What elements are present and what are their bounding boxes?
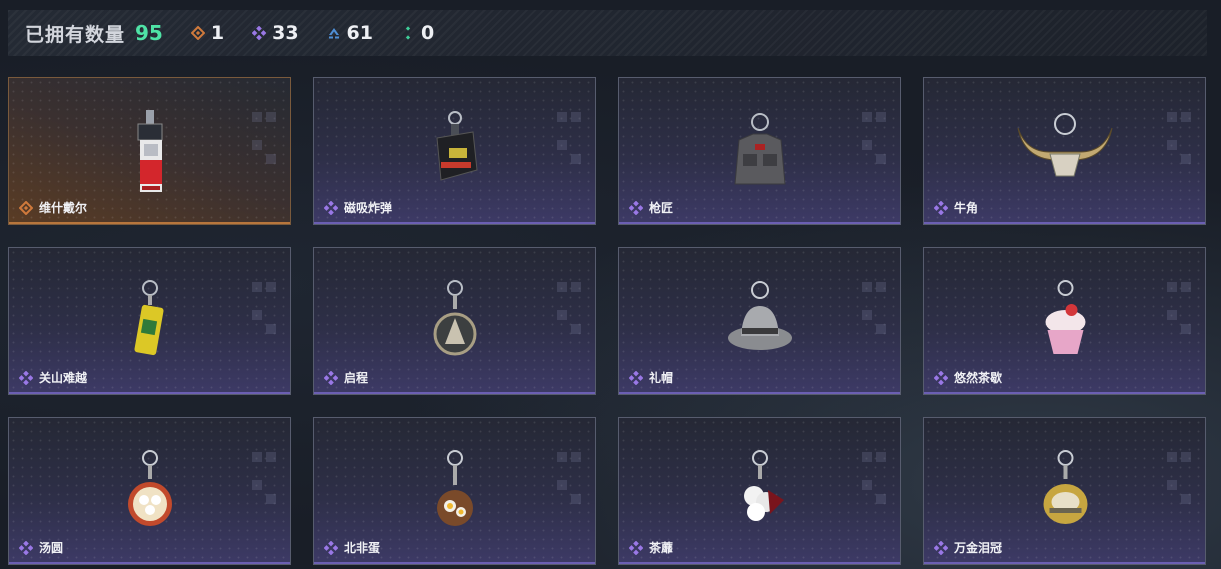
card-decoration	[862, 452, 890, 508]
card-decoration	[862, 282, 890, 338]
card-decoration	[252, 282, 280, 338]
pendant-image-cupcake	[1037, 280, 1092, 360]
rarity-underline	[924, 562, 1205, 564]
rarity-underline	[9, 562, 290, 564]
rarity-underline	[314, 222, 595, 224]
card-decoration	[252, 112, 280, 168]
purple-diamond-icon	[19, 540, 33, 555]
card-decoration	[557, 112, 585, 168]
pendant-image-flower	[730, 450, 790, 530]
purple-diamond-icon	[934, 540, 948, 555]
pendant-name: 关山难越	[39, 371, 88, 385]
pendant-card[interactable]: 枪匠	[618, 77, 901, 225]
stat-purple-value: 33	[272, 22, 299, 44]
pendant-card[interactable]: 维什戴尔	[8, 77, 291, 225]
rarity-underline	[314, 562, 595, 564]
pendant-name: 茶蘼	[649, 541, 674, 555]
orange-diamond-icon	[190, 26, 205, 40]
purple-diamond-icon	[934, 200, 948, 215]
pendant-label: 礼帽	[629, 369, 673, 386]
pendant-image-vest	[725, 110, 795, 195]
pendant-label: 启程	[324, 369, 368, 386]
pendant-image-can	[130, 280, 170, 360]
pendant-card[interactable]: 汤圆	[8, 417, 291, 565]
pendant-card[interactable]: 牛角	[923, 77, 1206, 225]
pendant-name: 悠然茶歇	[954, 371, 1003, 385]
rarity-underline	[9, 222, 290, 224]
pendant-image-medal	[430, 280, 480, 365]
pendant-card[interactable]: 万金泪冠	[923, 417, 1206, 565]
card-decoration	[1167, 282, 1195, 338]
pendant-image-bowl	[125, 450, 175, 530]
stat-blue-value: 61	[346, 22, 373, 44]
pendant-name: 万金泪冠	[954, 541, 1003, 555]
rarity-underline	[619, 392, 900, 394]
rarity-underline	[314, 392, 595, 394]
pendant-name: 北非蛋	[344, 541, 381, 555]
purple-diamond-icon	[324, 200, 338, 215]
card-decoration	[557, 452, 585, 508]
pendant-image-pan	[430, 450, 480, 530]
pendant-image-hat	[725, 280, 795, 360]
purple-diamond-icon	[629, 370, 643, 385]
pendant-name: 汤圆	[39, 541, 64, 555]
pendant-card[interactable]: 北非蛋	[313, 417, 596, 565]
stat-orange-rarity: 1	[190, 22, 225, 44]
pendant-label: 关山难越	[19, 369, 87, 386]
rarity-underline	[924, 222, 1205, 224]
rarity-underline	[619, 562, 900, 564]
owned-count-value: 95	[135, 21, 163, 45]
card-decoration	[1167, 112, 1195, 168]
pendant-name: 维什戴尔	[39, 201, 88, 215]
pendant-card[interactable]: 磁吸炸弹	[313, 77, 596, 225]
purple-diamond-icon	[629, 540, 643, 555]
pendant-image-horns	[1010, 110, 1120, 190]
pendant-name: 磁吸炸弹	[344, 201, 393, 215]
orange-diamond-icon	[19, 200, 33, 215]
owned-summary-bar: 已拥有数量 95 1 33 61 0	[8, 10, 1207, 56]
blue-chevron-icon	[327, 26, 341, 40]
pendant-label: 汤圆	[19, 539, 63, 556]
pendant-image-card-device	[130, 110, 170, 200]
pendant-label: 茶蘼	[629, 539, 673, 556]
stat-green-value: 0	[421, 22, 435, 44]
pendant-name: 牛角	[954, 201, 979, 215]
pendant-label: 悠然茶歇	[934, 369, 1002, 386]
purple-diamond-icon	[629, 200, 643, 215]
purple-diamond-icon	[252, 26, 267, 40]
pendant-label: 维什戴尔	[19, 199, 87, 216]
pendant-image-crown	[1037, 450, 1092, 530]
purple-diamond-icon	[19, 370, 33, 385]
rarity-underline	[9, 392, 290, 394]
pendant-card[interactable]: 关山难越	[8, 247, 291, 395]
card-decoration	[1167, 452, 1195, 508]
pendant-image-bomb	[425, 110, 485, 190]
owned-count-label: 已拥有数量	[25, 24, 126, 46]
card-decoration	[557, 282, 585, 338]
pendant-name: 枪匠	[649, 201, 674, 215]
green-dots-icon	[401, 26, 415, 40]
pendant-card[interactable]: 茶蘼	[618, 417, 901, 565]
stat-blue-rarity: 61	[327, 22, 373, 44]
pendant-label: 磁吸炸弹	[324, 199, 392, 216]
stat-orange-value: 1	[210, 22, 225, 44]
stat-purple-rarity: 33	[252, 22, 299, 44]
card-decoration	[252, 452, 280, 508]
pendant-label: 牛角	[934, 199, 978, 216]
pendant-label: 北非蛋	[324, 539, 380, 556]
purple-diamond-icon	[324, 370, 338, 385]
pendant-card[interactable]: 启程	[313, 247, 596, 395]
purple-diamond-icon	[934, 370, 948, 385]
pendant-card[interactable]: 悠然茶歇	[923, 247, 1206, 395]
rarity-underline	[619, 222, 900, 224]
pendant-name: 启程	[344, 371, 369, 385]
card-decoration	[862, 112, 890, 168]
pendant-card[interactable]: 礼帽	[618, 247, 901, 395]
rarity-underline	[924, 392, 1205, 394]
pendant-name: 礼帽	[649, 371, 674, 385]
stat-green-rarity: 0	[401, 22, 434, 44]
purple-diamond-icon	[324, 540, 338, 555]
pendant-label: 万金泪冠	[934, 539, 1002, 556]
pendant-label: 枪匠	[629, 199, 673, 216]
